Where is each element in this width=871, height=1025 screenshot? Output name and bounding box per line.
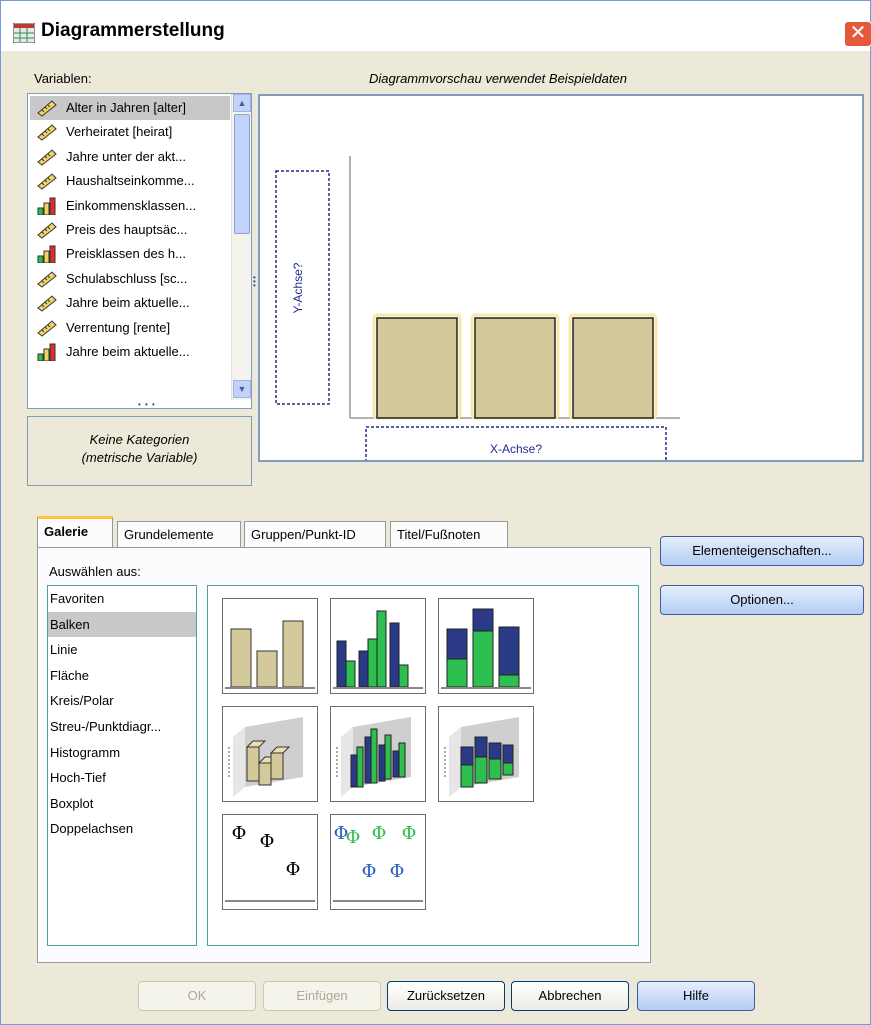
ok-button[interactable]: OK	[138, 981, 256, 1011]
categories-line1: Keine Kategorien	[89, 432, 190, 447]
scroll-up-arrow-icon[interactable]: ▲	[233, 94, 251, 112]
preview-caption: Diagrammvorschau verwendet Beispieldaten	[369, 71, 627, 86]
variable-item-label: Jahre beim aktuelle...	[66, 343, 190, 359]
variable-item[interactable]: Jahre beim aktuelle...	[30, 291, 230, 315]
paste-button[interactable]: Einfügen	[263, 981, 381, 1011]
variable-item[interactable]: Jahre beim aktuelle...	[30, 340, 230, 364]
variable-item-label: Verheiratet [heirat]	[66, 124, 173, 140]
categories-panel: Keine Kategorien (metrische Variable)	[27, 416, 252, 486]
simple-error-bar-thumbnail[interactable]: Φ Φ Φ	[222, 814, 318, 910]
help-button[interactable]: Hilfe	[637, 981, 755, 1011]
svg-text:Φ: Φ	[372, 823, 387, 844]
variable-item-label: Schulabschluss [sc...	[66, 270, 188, 286]
svg-text:Φ: Φ	[232, 823, 247, 844]
preview-bar	[568, 313, 658, 420]
chart-type-item[interactable]: Doppelachsen	[48, 816, 196, 842]
variable-item[interactable]: Jahre unter der akt...	[30, 145, 230, 169]
variable-item-label: Verrentung [rente]	[66, 319, 171, 335]
close-button[interactable]: ✕	[844, 21, 871, 47]
variable-item-label: Jahre unter der akt...	[66, 148, 186, 164]
chart-type-item[interactable]: Fläche	[48, 663, 196, 689]
preview-bar	[470, 313, 560, 420]
variable-item[interactable]: Verheiratet [heirat]	[30, 120, 230, 144]
variable-item[interactable]: Haushaltseinkomme...	[30, 169, 230, 193]
variable-item[interactable]: Alter in Jahren [alter]	[30, 96, 230, 121]
cancel-button[interactable]: Abbrechen	[511, 981, 629, 1011]
variable-item[interactable]: Preis des hauptsäc...	[30, 218, 230, 242]
tab-basic-elements[interactable]: Grundelemente	[117, 521, 241, 549]
svg-text:Φ: Φ	[260, 831, 275, 852]
svg-text:Φ: Φ	[402, 823, 417, 844]
chart-type-item[interactable]: Linie	[48, 637, 196, 663]
variable-item-label: Alter in Jahren [alter]	[66, 100, 186, 115]
chart-type-item[interactable]: Hoch-Tief	[48, 765, 196, 791]
variable-item[interactable]: Schulabschluss [sc...	[30, 267, 230, 291]
choose-from-label: Auswählen aus:	[49, 564, 141, 579]
window-title: Diagrammerstellung	[41, 20, 225, 41]
variable-list[interactable]: Alter in Jahren [alter] Verheiratet [heir…	[27, 93, 252, 409]
tab-titles-footnotes[interactable]: Titel/Fußnoten	[390, 521, 508, 549]
options-button[interactable]: Optionen...	[660, 585, 864, 615]
variable-item[interactable]: Verrentung [rente]	[30, 316, 230, 340]
categories-line2: (metrische Variable)	[81, 450, 198, 465]
chart-type-list[interactable]: Favoriten Balken Linie Fläche Kreis/Polar Str…	[47, 585, 197, 946]
scroll-thumb[interactable]	[234, 114, 250, 234]
chart-type-item[interactable]: Boxplot	[48, 791, 196, 817]
variable-list-scrollbar[interactable]: ▲ ▼	[231, 94, 251, 400]
tab-gallery[interactable]: Galerie	[37, 516, 113, 547]
chart-type-item[interactable]: Streu-/Punktdiagr...	[48, 714, 196, 740]
svg-text:Φ: Φ	[362, 861, 377, 882]
tab-groups-point-id[interactable]: Gruppen/Punkt-ID	[244, 521, 386, 549]
variable-item-label: Preisklassen des h...	[66, 246, 186, 262]
scroll-down-arrow-icon[interactable]: ▼	[233, 380, 251, 398]
3d-stacked-bar-thumbnail[interactable]	[438, 706, 534, 802]
variables-label: Variablen:	[34, 71, 92, 86]
variable-item-label: Einkommensklassen...	[66, 197, 197, 213]
variable-item-label: Jahre beim aktuelle...	[66, 295, 190, 311]
x-axis-dropzone-label: X-Achse?	[490, 442, 542, 456]
chart-builder-dialog: Diagrammerstellung ✕ Variablen: Alter in…	[0, 0, 871, 1025]
chart-preview-svg: Y-Achse? X-Achse?	[275, 156, 680, 468]
chart-preview-canvas[interactable]: Y-Achse? X-Achse?	[258, 94, 864, 468]
simple-bar-thumbnail[interactable]	[222, 598, 318, 694]
preview-bar	[372, 313, 462, 420]
y-axis-dropzone-label: Y-Achse?	[291, 262, 305, 313]
element-properties-button[interactable]: Elementeigenschaften...	[660, 536, 864, 566]
variable-list-items: Alter in Jahren [alter] Verheiratet [heir…	[30, 96, 230, 396]
close-icon: ✕	[849, 22, 867, 44]
variable-item-label: Preis des hauptsäc...	[66, 221, 188, 237]
variable-item[interactable]: Preisklassen des h...	[30, 242, 230, 266]
clustered-bar-thumbnail[interactable]	[330, 598, 426, 694]
chart-type-item[interactable]: Histogramm	[48, 740, 196, 766]
svg-text:Φ: Φ	[390, 861, 405, 882]
chart-type-item[interactable]: Kreis/Polar	[48, 688, 196, 714]
3d-clustered-bar-thumbnail[interactable]	[330, 706, 426, 802]
variable-item[interactable]: Einkommensklassen...	[30, 194, 230, 218]
clustered-error-bar-thumbnail[interactable]: Φ Φ Φ Φ Φ Φ	[330, 814, 426, 910]
splitter-grip-icon[interactable]: • • •	[138, 400, 156, 409]
title-bar[interactable]: Diagrammerstellung	[1, 1, 870, 51]
svg-text:Φ: Φ	[346, 827, 361, 848]
stacked-bar-thumbnail[interactable]	[438, 598, 534, 694]
reset-button[interactable]: Zurücksetzen	[387, 981, 505, 1011]
chart-type-item[interactable]: Favoriten	[48, 586, 196, 612]
gallery-thumbnails: Φ Φ Φ Φ Φ Φ Φ Φ Φ	[207, 585, 639, 946]
chart-type-item[interactable]: Balken	[48, 611, 196, 638]
3d-simple-bar-thumbnail[interactable]	[222, 706, 318, 802]
chart-builder-icon	[13, 23, 35, 43]
variable-item-label: Haushaltseinkomme...	[66, 173, 195, 189]
svg-text:Φ: Φ	[286, 859, 301, 880]
